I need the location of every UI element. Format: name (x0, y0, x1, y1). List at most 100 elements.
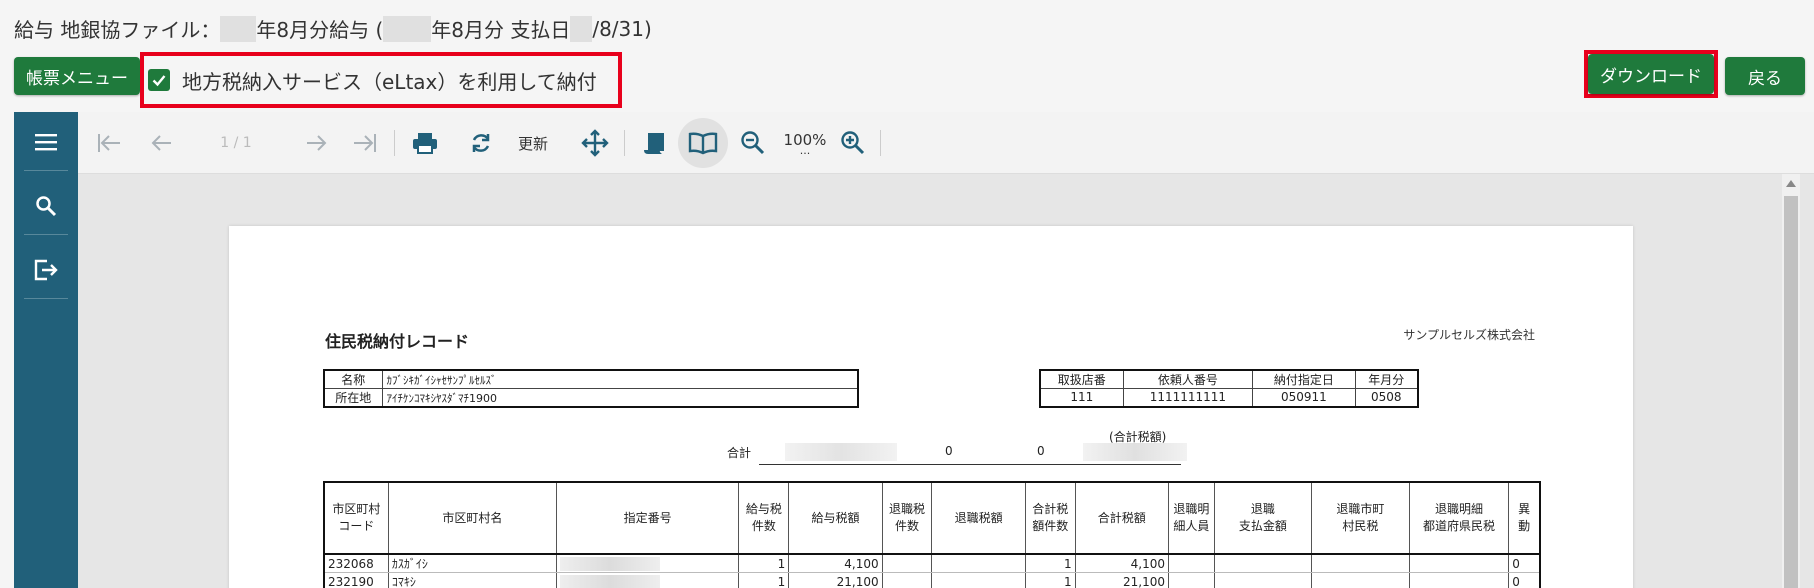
total-label: 合計 (727, 446, 752, 460)
eltax-checkbox[interactable]: 地方税納入サービス（eLtax）を利用して納付 (144, 55, 618, 105)
last-page-icon[interactable] (348, 126, 382, 160)
total-value: 0 (945, 444, 953, 458)
prev-page-icon[interactable] (144, 126, 178, 160)
cell-retire-municipal (1311, 553, 1410, 573)
vertical-scrollbar[interactable] (1782, 174, 1800, 588)
column-header: 退職 支払金額 (1213, 481, 1313, 555)
column-header: 退職明 細人員 (1168, 481, 1215, 555)
meta-header: 取扱店番 (1039, 369, 1124, 389)
cell-total-tax: 4,100 (1074, 553, 1170, 573)
column-header: 市区町村 コード (323, 481, 389, 555)
redacted-value (1083, 443, 1187, 461)
meta-header: 納付指定日 (1252, 369, 1356, 389)
zoom-more: ... (799, 144, 811, 157)
column-header-text: 給与税額 (811, 510, 860, 525)
export-icon[interactable] (30, 254, 62, 286)
zoom-in-icon[interactable] (836, 126, 870, 160)
name-value: ｶﾌﾞｼｷｶﾞｲｼｬｾｻﾝﾌﾟﾙｾﾙｽﾞ (381, 369, 859, 389)
print-icon[interactable] (408, 126, 442, 160)
cell-retire-persons (1168, 572, 1215, 588)
column-header: 給与税額 (788, 481, 883, 555)
toolbar-divider (624, 130, 625, 156)
cell-total-count: 1 (1024, 572, 1076, 588)
viewer-sidebar (14, 112, 78, 588)
cell-salary-count: 1 (738, 572, 790, 588)
cell-total-count: 1 (1024, 553, 1076, 573)
cell-retire-count (881, 553, 933, 573)
table-row: 232190 ｺﾏｷｼ 1 21,100 1 21,100 0 (323, 572, 1541, 588)
total-underline (759, 464, 1181, 465)
next-page-icon[interactable] (300, 126, 334, 160)
report-menu-button[interactable]: 帳票メニュー (14, 57, 140, 95)
column-header-text: 異 動 (1518, 502, 1531, 533)
cell-salary-count: 1 (738, 553, 790, 573)
cell-salary-tax: 21,100 (788, 572, 883, 588)
tax-detail-table: 市区町村 コード 市区町村名 指定番号 給与税 件数 給与税額 退職税 件数 退… (323, 481, 1541, 588)
cell-retire-tax (931, 572, 1026, 588)
column-header-text: 退職明細 都道府県民税 (1422, 502, 1495, 533)
table-row: 232068 ｶｽｶﾞｲｼ 1 4,100 1 4,100 0 (323, 553, 1541, 573)
toolbar-divider (880, 130, 881, 156)
first-page-icon[interactable] (92, 126, 126, 160)
column-header: 退職市町 村民税 (1311, 481, 1410, 555)
zoom-out-icon[interactable] (736, 126, 770, 160)
page-indicator[interactable]: 1 / 1 (204, 126, 268, 160)
redacted-year (383, 15, 432, 42)
column-header-text: 退職明 細人員 (1173, 502, 1210, 533)
checkbox-checked-icon[interactable] (148, 69, 170, 91)
cell-retire-municipal (1311, 572, 1410, 588)
cell-retire-tax (931, 553, 1026, 573)
redacted-value (559, 574, 660, 588)
report-title: 住民税納付レコード (325, 332, 470, 351)
title-mid2: 年8月分 支払日 (431, 18, 571, 42)
refresh-button[interactable]: 更新 (506, 126, 560, 160)
column-header: 異 動 (1508, 481, 1541, 555)
column-header-text: 退職 支払金額 (1238, 502, 1287, 533)
column-header: 退職税 件数 (881, 481, 933, 555)
column-header-text: 退職市町 村民税 (1336, 502, 1385, 533)
column-header-text: 指定番号 (623, 510, 672, 525)
scroll-thumb[interactable] (1784, 196, 1798, 588)
redacted-value (559, 556, 660, 571)
redacted-year (570, 15, 593, 42)
title-mid1: 年8月分給与 ( (256, 18, 384, 42)
pan-icon[interactable] (578, 126, 612, 160)
column-header-text: 合計税 額件数 (1032, 502, 1069, 533)
address-value: ｱｲﾁｹﾝｺﾏｷｼﾔｽﾀﾞﾏﾁ1900 (381, 388, 859, 408)
cell-retire-persons (1168, 553, 1215, 573)
name-label: 名称 (323, 369, 383, 389)
search-icon[interactable] (30, 190, 62, 222)
sidebar-divider (24, 298, 68, 299)
meta-header: 依頼人番号 (1122, 369, 1254, 389)
column-header: 市区町村名 (387, 481, 557, 555)
meta-value: 0508 (1354, 388, 1419, 407)
meta-value: 050911 (1252, 388, 1356, 407)
cell-change: 0 (1508, 553, 1541, 573)
eltax-label: 地方税納入サービス（eLtax）を利用して納付 (182, 69, 597, 94)
cell-total-tax: 21,100 (1074, 572, 1170, 588)
meta-value: 111 (1039, 388, 1124, 407)
book-icon[interactable] (678, 118, 728, 168)
meta-header: 年月分 (1354, 369, 1419, 389)
column-header: 退職明細 都道府県民税 (1408, 481, 1510, 555)
cell-code: 232068 (323, 553, 389, 573)
cell-retire-payment (1213, 553, 1313, 573)
column-header-text: 市区町村名 (442, 510, 503, 525)
cell-retire-prefectural (1408, 553, 1510, 573)
title-suffix: /8/31) (592, 16, 652, 41)
menu-icon[interactable] (30, 126, 62, 158)
cell-code: 232190 (323, 572, 389, 588)
company-name: サンプルセルズ株式会社 (1403, 328, 1535, 342)
cell-retire-prefectural (1408, 572, 1510, 588)
download-button[interactable]: ダウンロード (1588, 54, 1714, 94)
total-value: 0 (1037, 444, 1045, 458)
cell-name: ｺﾏｷｼ (387, 572, 557, 588)
back-button[interactable]: 戻る (1725, 57, 1805, 95)
single-page-icon[interactable] (638, 126, 672, 160)
report-viewer: 1 / 1 更新 100% ... 住民税納付レコード サンプルセルズ株式会社 … (14, 112, 1814, 588)
sidebar-divider (24, 234, 68, 235)
column-header-text: 退職税 件数 (889, 502, 926, 533)
refresh-icon[interactable] (464, 126, 498, 160)
scroll-up-icon[interactable] (1786, 180, 1796, 187)
zoom-level[interactable]: 100% ... (778, 126, 832, 160)
